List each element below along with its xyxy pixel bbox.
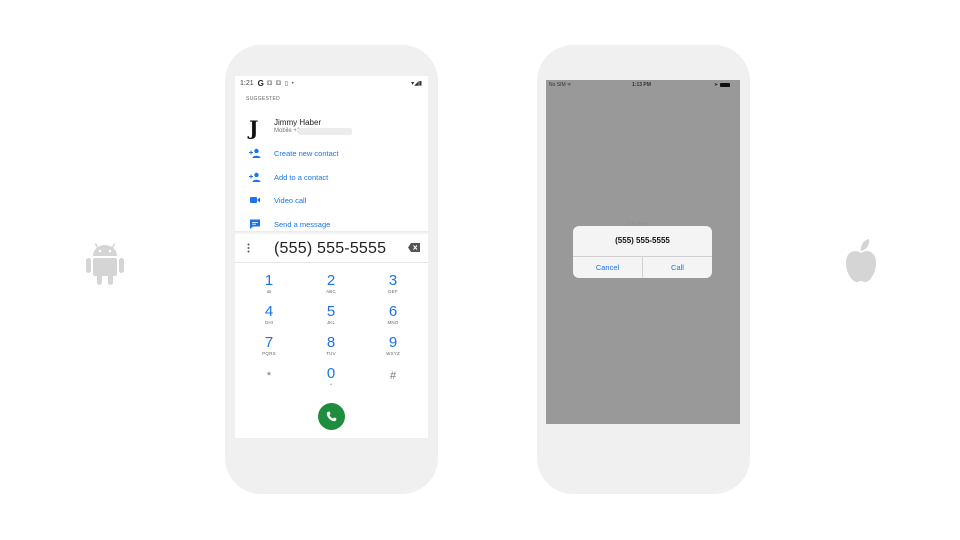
key-digit: 7 xyxy=(264,334,274,351)
add-to-contact-action[interactable]: Add to a contact xyxy=(235,168,428,186)
google-notification-icon: G xyxy=(257,78,264,88)
key-letters: MNO xyxy=(387,320,399,325)
cancel-button[interactable]: Cancel xyxy=(573,257,642,278)
key-letters: GHI xyxy=(264,320,274,325)
contact-number-redacted xyxy=(298,128,352,135)
add-person-icon xyxy=(249,148,261,158)
backspace-icon[interactable] xyxy=(408,243,420,252)
dial-key-0[interactable]: 0 + xyxy=(311,366,351,392)
key-letters: WXYZ xyxy=(386,351,400,356)
key-digit: 2 xyxy=(326,272,336,289)
action-label: Add to a contact xyxy=(274,173,329,182)
contact-phone-type: Mobile +1 xyxy=(274,128,301,134)
message-icon xyxy=(250,219,260,229)
dial-key-hash[interactable]: # xyxy=(373,367,413,393)
key-digit: 6 xyxy=(388,303,398,320)
dial-key-3[interactable]: 3 DEF xyxy=(373,273,413,299)
action-label: Send a message xyxy=(274,220,331,229)
key-digit: 0 xyxy=(326,365,336,382)
phone-icon xyxy=(326,411,337,422)
more-options-icon[interactable] xyxy=(247,243,250,253)
key-letters: PQRS xyxy=(262,351,276,356)
video-call-action[interactable]: Video call xyxy=(235,191,428,209)
key-digit: 9 xyxy=(388,334,398,351)
dial-key-star[interactable]: * xyxy=(249,367,289,393)
android-logo-icon xyxy=(86,243,124,285)
call-button[interactable]: Call xyxy=(643,257,712,278)
status-time: 1:21 xyxy=(240,79,254,87)
divider xyxy=(235,231,428,235)
key-letters: JKL xyxy=(326,320,336,325)
dial-key-4[interactable]: 4 GHI xyxy=(249,304,289,330)
dial-key-6[interactable]: 6 MNO xyxy=(373,304,413,330)
dial-key-7[interactable]: 7 PQRS xyxy=(249,335,289,361)
android-dialer-screen: 1:21 G ⚃ ⚃ ▯ • ▾◢▮ SUGGESTED J Jimmy Hab… xyxy=(235,76,428,438)
call-confirmation-dialog: (555) 555-5555 Cancel Call xyxy=(573,226,712,278)
battery-icon xyxy=(720,83,730,87)
voicemail-icon: ꝏ xyxy=(266,289,272,294)
key-digit: 3 xyxy=(388,272,398,289)
action-label: Create new contact xyxy=(274,149,339,158)
carrier-label: No SIM ᯤ xyxy=(549,82,572,88)
number-entry-row: (555) 555-5555 xyxy=(235,236,428,262)
key-letters: TUV xyxy=(326,351,336,356)
android-status-bar: 1:21 G ⚃ ⚃ ▯ • ▾◢▮ xyxy=(235,76,428,90)
dial-key-5[interactable]: 5 JKL xyxy=(311,304,351,330)
dial-key-9[interactable]: 9 WXYZ xyxy=(373,335,413,361)
video-camera-icon xyxy=(250,197,260,203)
suggested-header: SUGGESTED xyxy=(246,96,281,102)
add-person-icon xyxy=(249,172,261,182)
action-label: Video call xyxy=(274,196,307,205)
call-button[interactable] xyxy=(318,403,345,430)
contact-avatar: J xyxy=(249,116,259,140)
key-symbol: * xyxy=(266,370,272,382)
apple-logo-icon xyxy=(846,239,876,282)
dial-key-1[interactable]: 1 ꝏ xyxy=(249,273,289,299)
status-time: 1:13 PM xyxy=(632,82,651,88)
contact-name: Jimmy Haber xyxy=(274,118,322,127)
dialog-phone-number: (555) 555-5555 xyxy=(615,236,670,245)
create-new-contact-action[interactable]: Create new contact xyxy=(235,144,428,162)
suggested-contact[interactable]: J Jimmy Haber Mobile +1 xyxy=(235,114,428,140)
signal-battery-icons: ▾◢▮ xyxy=(411,80,422,87)
location-icon: ➤ xyxy=(714,82,719,88)
key-symbol: # xyxy=(389,370,397,382)
key-digit: 1 xyxy=(264,272,274,289)
key-digit: 4 xyxy=(264,303,274,320)
key-letters: DEF xyxy=(388,289,398,294)
key-letters: + xyxy=(329,382,333,387)
ios-status-bar: No SIM ᯤ 1:13 PM ➤ xyxy=(546,80,740,90)
key-digit: 8 xyxy=(326,334,336,351)
key-digit: 5 xyxy=(326,303,336,320)
dial-key-2[interactable]: 2 ABC xyxy=(311,273,351,299)
notification-icons: ⚃ ⚃ ▯ • xyxy=(266,80,295,87)
dial-key-8[interactable]: 8 TUV xyxy=(311,335,351,361)
key-letters: ABC xyxy=(326,289,336,294)
dialed-number-field[interactable]: (555) 555-5555 xyxy=(274,240,386,258)
divider xyxy=(235,262,428,263)
